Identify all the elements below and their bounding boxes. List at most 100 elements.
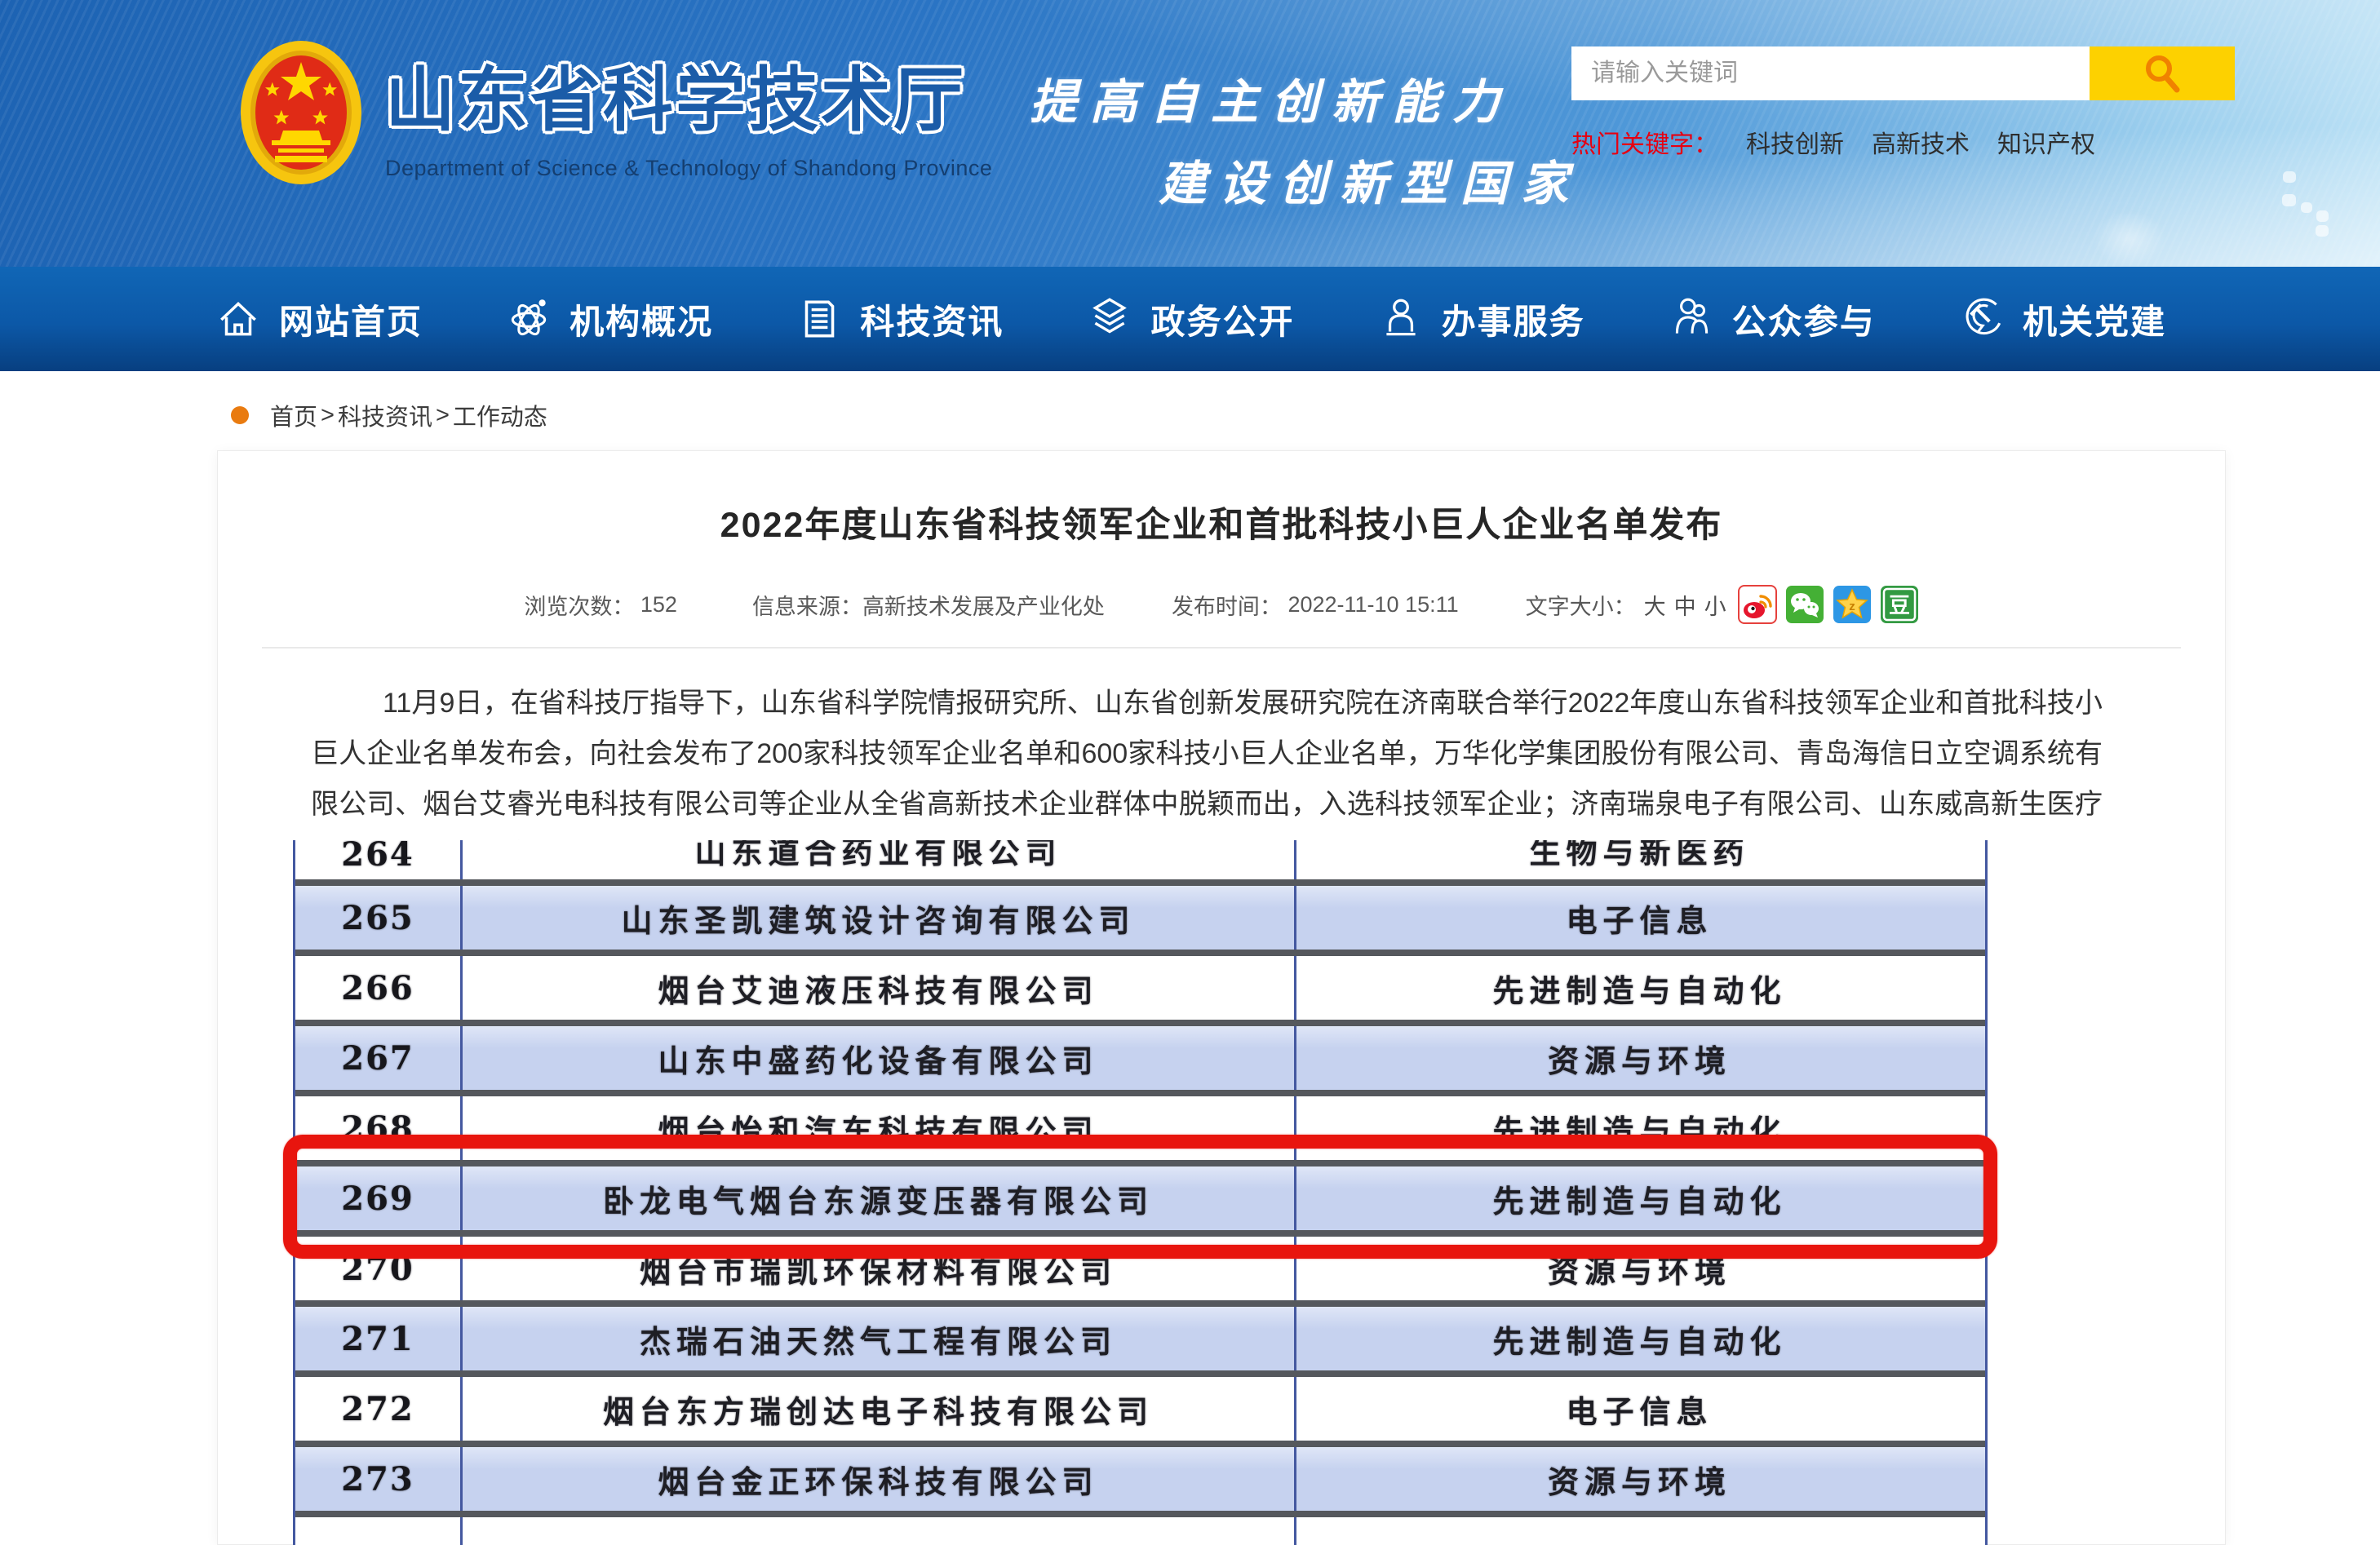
nav-item-public-participation[interactable]: 公众参与 bbox=[1667, 294, 1876, 344]
nav-item-services[interactable]: 办事服务 bbox=[1376, 294, 1585, 344]
breadcrumb-news[interactable]: 科技资讯 bbox=[338, 398, 432, 432]
atom-icon bbox=[504, 294, 553, 343]
svg-text:豆: 豆 bbox=[1889, 593, 1910, 618]
nav-item-label: 办事服务 bbox=[1442, 294, 1585, 344]
main-nav: 网站首页 机构概况 科技资讯 政务公开 bbox=[0, 267, 2380, 371]
date-label: 发布时间： bbox=[1172, 589, 1282, 621]
fontsize-label: 文字大小： bbox=[1526, 589, 1636, 621]
fontsize-small-button[interactable]: 小 bbox=[1704, 589, 1726, 621]
weibo-icon[interactable] bbox=[1738, 585, 1777, 624]
meta-views: 浏览次数： 152 bbox=[524, 589, 677, 621]
site-title: 山东省科学技术厅 bbox=[385, 42, 992, 144]
douban-icon[interactable]: 豆 bbox=[1880, 585, 1919, 624]
row-number: 267 bbox=[341, 1039, 414, 1078]
breadcrumb-home[interactable]: 首页 bbox=[270, 398, 317, 432]
table-row: 264 山东道合药业有限公司 生物与新医药 bbox=[295, 840, 1985, 879]
search-input[interactable] bbox=[1571, 46, 2090, 100]
nav-item-label: 网站首页 bbox=[279, 294, 423, 344]
row-company: 烟台艾迪液压科技有限公司 bbox=[658, 966, 1098, 1011]
row-category: 电子信息 bbox=[1566, 1387, 1713, 1432]
table-row: 266 烟台艾迪液压科技有限公司 先进制造与自动化 bbox=[295, 950, 1985, 1020]
hot-keywords-label: 热门关键字： bbox=[1571, 124, 1718, 160]
table-row: 273 烟台金正环保科技有限公司 资源与环境 bbox=[295, 1441, 1985, 1511]
fontsize-large-button[interactable]: 大 bbox=[1644, 589, 1666, 621]
nav-item-gov-affairs[interactable]: 政务公开 bbox=[1085, 294, 1294, 344]
nav-item-label: 机关党建 bbox=[2023, 294, 2166, 344]
row-category: 电子信息 bbox=[1566, 896, 1713, 941]
article-title: 2022年度山东省科技领军企业和首批科技小巨人企业名单发布 bbox=[218, 497, 2225, 547]
banner-slogan: 提高自主创新能力 建设创新型国家 bbox=[1030, 64, 1581, 214]
row-number: 268 bbox=[341, 1109, 414, 1148]
site-branding: 山东省科学技术厅 Department of Science & Technol… bbox=[385, 42, 992, 181]
table-row: 270 烟台市瑞凯环保材料有限公司 资源与环境 bbox=[295, 1230, 1985, 1300]
meta-divider bbox=[262, 647, 2181, 649]
row-company: 烟台东方瑞创达电子科技有限公司 bbox=[603, 1387, 1154, 1432]
news-icon bbox=[795, 294, 844, 343]
breadcrumb-dot bbox=[231, 406, 249, 424]
hot-keyword-link[interactable]: 高新技术 bbox=[1872, 124, 1970, 160]
table-row: 267 山东中盛药化设备有限公司 资源与环境 bbox=[295, 1020, 1985, 1090]
row-number: 264 bbox=[341, 840, 414, 874]
meta-source: 信息来源： 高新技术发展及产业化处 bbox=[752, 589, 1105, 621]
banner-deco-dot bbox=[2316, 225, 2329, 237]
row-number: 273 bbox=[341, 1460, 414, 1499]
table-row-highlighted: 269 卧龙电气烟台东源变压器有限公司 先进制造与自动化 bbox=[295, 1160, 1985, 1230]
row-number: 270 bbox=[341, 1250, 414, 1288]
national-emblem-logo bbox=[239, 39, 363, 186]
table-row: 265 山东圣凯建筑设计咨询有限公司 电子信息 bbox=[295, 879, 1985, 950]
date-value: 2022-11-10 15:11 bbox=[1288, 592, 1458, 618]
nav-item-party-building[interactable]: 机关党建 bbox=[1957, 294, 2166, 344]
banner-deco-dot bbox=[2301, 202, 2312, 213]
share-buttons: z 豆 bbox=[1738, 585, 1919, 624]
nav-item-news[interactable]: 科技资讯 bbox=[795, 294, 1004, 344]
source-label: 信息来源： bbox=[752, 589, 862, 621]
article-card: 2022年度山东省科技领军企业和首批科技小巨人企业名单发布 浏览次数： 152 … bbox=[217, 450, 2226, 1545]
row-company: 山东圣凯建筑设计咨询有限公司 bbox=[621, 896, 1135, 941]
nav-item-label: 政务公开 bbox=[1150, 294, 1294, 344]
row-company: 烟台市瑞凯环保材料有限公司 bbox=[640, 1246, 1117, 1291]
search-bar bbox=[1571, 46, 2235, 100]
breadcrumb-work-trends[interactable]: 工作动态 bbox=[453, 398, 547, 432]
row-category: 生物与新医药 bbox=[1529, 840, 1749, 872]
search-icon bbox=[2139, 51, 2185, 96]
table-row: 268 烟台怡和汽车科技有限公司 先进制造与自动化 bbox=[295, 1090, 1985, 1160]
banner-light-blob bbox=[2093, 210, 2166, 267]
slogan-line-1: 提高自主创新能力 bbox=[1030, 64, 1581, 132]
row-category: 先进制造与自动化 bbox=[1492, 966, 1786, 1011]
person-icon bbox=[1376, 294, 1425, 343]
site-subtitle: Department of Science & Technology of Sh… bbox=[385, 156, 992, 181]
row-category: 资源与环境 bbox=[1548, 1457, 1731, 1502]
article-meta: 浏览次数： 152 信息来源： 高新技术发展及产业化处 发布时间： 2022-1… bbox=[218, 585, 2225, 624]
hot-keywords-row: 热门关键字： 科技创新 高新技术 知识产权 bbox=[1571, 124, 2095, 160]
table-row: 271 杰瑞石油天然气工程有限公司 先进制造与自动化 bbox=[295, 1300, 1985, 1370]
row-company: 烟台金正环保科技有限公司 bbox=[658, 1457, 1098, 1502]
row-category: 先进制造与自动化 bbox=[1492, 1317, 1786, 1361]
nav-item-label: 科技资讯 bbox=[860, 294, 1004, 344]
fontsize-medium-button[interactable]: 中 bbox=[1674, 589, 1696, 621]
breadcrumb-separator: > bbox=[321, 402, 335, 429]
source-value: 高新技术发展及产业化处 bbox=[862, 589, 1105, 621]
breadcrumb: 首页 > 科技资讯 > 工作动态 bbox=[231, 398, 547, 432]
table-row-clipped bbox=[295, 1511, 1985, 1545]
row-company: 山东道合药业有限公司 bbox=[694, 840, 1061, 872]
site-banner: 山东省科学技术厅 Department of Science & Technol… bbox=[0, 0, 2380, 267]
banner-deco-dot bbox=[2316, 210, 2329, 222]
search-button[interactable] bbox=[2090, 46, 2235, 100]
hot-keyword-link[interactable]: 科技创新 bbox=[1746, 124, 1844, 160]
qzone-icon[interactable]: z bbox=[1833, 585, 1872, 624]
breadcrumb-separator: > bbox=[436, 402, 450, 429]
layers-icon bbox=[1085, 294, 1134, 343]
row-company: 山东中盛药化设备有限公司 bbox=[658, 1036, 1098, 1081]
views-count: 152 bbox=[640, 592, 677, 618]
nav-item-home[interactable]: 网站首页 bbox=[214, 294, 423, 344]
row-category: 先进制造与自动化 bbox=[1492, 1176, 1786, 1221]
row-category: 先进制造与自动化 bbox=[1492, 1106, 1786, 1151]
nav-item-about[interactable]: 机构概况 bbox=[504, 294, 713, 344]
wechat-icon[interactable] bbox=[1785, 585, 1824, 624]
row-company: 卧龙电气烟台东源变压器有限公司 bbox=[603, 1176, 1154, 1221]
hot-keyword-link[interactable]: 知识产权 bbox=[1997, 124, 2095, 160]
home-icon bbox=[214, 294, 263, 343]
row-number: 265 bbox=[341, 899, 414, 937]
row-number: 269 bbox=[341, 1180, 414, 1218]
meta-fontsize: 文字大小： 大 中 小 bbox=[1526, 589, 1726, 621]
